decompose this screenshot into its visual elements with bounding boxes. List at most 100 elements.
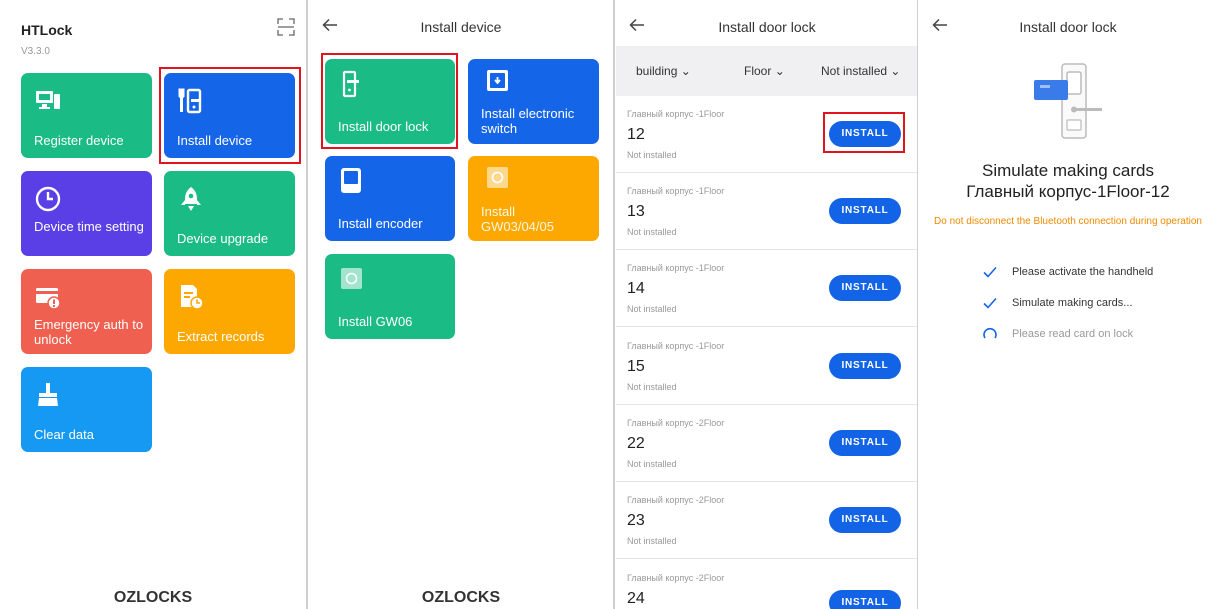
gateway-icon xyxy=(487,167,508,188)
room-number: 22 xyxy=(627,435,645,452)
app-title: HTLock xyxy=(21,22,73,38)
tile-label: Device time setting xyxy=(34,219,144,234)
room-label: Главный корпус-1Floor-12 xyxy=(966,182,1170,201)
door-lock-list-screen: Install door lock building ⌄ Floor ⌄ Not… xyxy=(616,0,918,609)
emergency-auth-tile[interactable]: Emergency auth to unlock xyxy=(21,269,152,354)
header: Install door lock xyxy=(616,0,918,52)
tile-label: Emergency auth to unlock xyxy=(34,317,144,347)
install-button[interactable]: INSTALL xyxy=(829,275,901,301)
room-number: 15 xyxy=(627,358,645,375)
install-status: Not installed xyxy=(627,536,677,546)
bluetooth-warning: Do not disconnect the Bluetooth connecti… xyxy=(934,216,1202,227)
building-label: Главный корпус -1Floor xyxy=(627,341,725,351)
brand-footer: OZLOCKS xyxy=(113,589,193,606)
highlight-box xyxy=(823,112,905,153)
switch-icon xyxy=(487,70,508,91)
clear-data-tile[interactable]: Clear data xyxy=(21,367,152,452)
divider xyxy=(613,0,615,609)
encoder-icon xyxy=(341,168,361,193)
clock-icon xyxy=(35,186,61,212)
install-gw030405-tile[interactable]: Install GW03/04/05 xyxy=(468,156,599,241)
register-device-tile[interactable]: Register device xyxy=(21,73,152,158)
room-number: 24 xyxy=(627,590,645,607)
install-button[interactable]: INSTALL xyxy=(829,198,901,224)
building-label: Главный корпус -2Floor xyxy=(627,495,725,505)
header: Install device xyxy=(309,0,613,52)
building-label: Главный корпус -2Floor xyxy=(627,418,725,428)
install-gw06-tile[interactable]: Install GW06 xyxy=(325,254,455,339)
room-number: 14 xyxy=(627,280,645,297)
filter-floor[interactable]: Floor ⌄ xyxy=(744,64,785,78)
install-encoder-tile[interactable]: Install encoder xyxy=(325,156,455,241)
list-item: Главный корпус -1Floor 13 Not installed … xyxy=(616,173,918,250)
install-button[interactable]: INSTALL xyxy=(829,507,901,533)
home-screen: HTLock V3.3.0 Register device Install de… xyxy=(0,0,306,609)
header: Install door lock xyxy=(919,0,1217,52)
install-status: Not installed xyxy=(627,150,677,160)
building-label: Главный корпус -1Floor xyxy=(627,186,725,196)
broom-icon xyxy=(38,383,58,406)
device-time-setting-tile[interactable]: Device time setting xyxy=(21,171,152,256)
step-text: Simulate making cards... xyxy=(1012,297,1133,309)
page-title: Install door lock xyxy=(718,19,816,35)
card-to-lock-illustration xyxy=(1034,63,1102,139)
room-number: 23 xyxy=(627,512,645,529)
highlight-box xyxy=(321,53,458,149)
divider xyxy=(306,0,308,609)
tile-label: Device upgrade xyxy=(177,231,269,246)
chevron-down-icon: ⌄ xyxy=(890,64,901,78)
step-text: Please read card on lock xyxy=(1012,328,1134,340)
room-number: 12 xyxy=(627,126,645,143)
building-label: Главный корпус -1Floor xyxy=(627,109,725,119)
list-item: Главный корпус -2Floor 23 Not installed … xyxy=(616,482,918,559)
simulate-screen: Install door lock Simulate making cards … xyxy=(919,0,1217,609)
install-electronic-switch-tile[interactable]: Install electronic switch xyxy=(468,59,599,144)
loading-spinner-icon xyxy=(983,327,997,339)
install-status: Not installed xyxy=(627,227,677,237)
list-item: Главный корпус -1Floor 15 Not installed … xyxy=(616,328,918,405)
check-icon xyxy=(983,266,997,278)
brand-footer: OZLOCKS xyxy=(421,589,501,606)
divider xyxy=(917,0,918,609)
filter-label: Not installed xyxy=(821,64,888,78)
chevron-down-icon: ⌄ xyxy=(774,64,785,78)
simulate-heading: Simulate making cards xyxy=(982,161,1154,180)
install-button[interactable]: INSTALL xyxy=(829,590,901,609)
tile-label: Clear data xyxy=(34,427,94,442)
filter-building[interactable]: building ⌄ xyxy=(636,64,691,78)
filter-status[interactable]: Not installed ⌄ xyxy=(821,64,900,78)
chevron-down-icon: ⌄ xyxy=(680,64,691,78)
scan-icon[interactable] xyxy=(277,18,295,36)
tile-label: Install GW06 xyxy=(338,314,413,329)
app-version: V3.3.0 xyxy=(21,46,50,57)
tile-label: Register device xyxy=(34,133,124,148)
install-status: Not installed xyxy=(627,382,677,392)
install-status: Not installed xyxy=(627,304,677,314)
building-label: Главный корпус -2Floor xyxy=(627,573,725,583)
list-item: Главный корпус -1Floor 14 Not installed … xyxy=(616,250,918,327)
filter-bar: building ⌄ Floor ⌄ Not installed ⌄ xyxy=(616,46,918,96)
extract-records-tile[interactable]: Extract records xyxy=(164,269,295,354)
room-number: 13 xyxy=(627,203,645,220)
device-upgrade-tile[interactable]: Device upgrade xyxy=(164,171,295,256)
highlight-box xyxy=(159,67,301,164)
tile-label: Extract records xyxy=(177,329,265,344)
tile-label: Install GW03/04/05 xyxy=(481,204,554,234)
tile-label: Install encoder xyxy=(338,216,423,231)
install-status: Not installed xyxy=(627,459,677,469)
filter-label: building xyxy=(636,64,678,78)
gateway-icon xyxy=(341,268,362,289)
page-title: Install device xyxy=(420,19,502,35)
card-alert-icon xyxy=(36,288,61,310)
building-label: Главный корпус -1Floor xyxy=(627,263,725,273)
page-title: Install door lock xyxy=(1019,19,1117,35)
install-button[interactable]: INSTALL xyxy=(829,353,901,379)
filter-label: Floor xyxy=(744,64,772,78)
list-item: Главный корпус -2Floor 22 Not installed … xyxy=(616,405,918,482)
step-text: Please activate the handheld xyxy=(1012,266,1154,278)
rocket-icon xyxy=(181,187,201,211)
list-item: Главный корпус -2Floor 24 INSTALL xyxy=(616,560,918,609)
document-clock-icon xyxy=(181,285,204,310)
install-button[interactable]: INSTALL xyxy=(829,430,901,456)
tile-label: Install electronic switch xyxy=(481,106,575,136)
